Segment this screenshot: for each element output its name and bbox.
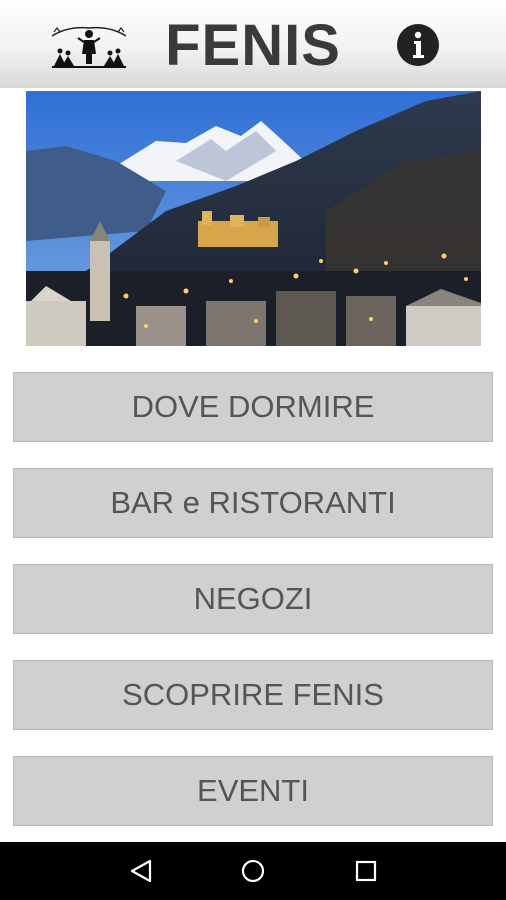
back-triangle-icon[interactable] xyxy=(126,856,156,886)
dove-dormire-button[interactable]: DOVE DORMIRE xyxy=(13,372,493,442)
home-circle-icon[interactable] xyxy=(238,856,268,886)
recents-square-icon[interactable] xyxy=(351,856,381,886)
village-castle-mountains-photo xyxy=(26,91,481,346)
info-button[interactable] xyxy=(397,24,439,66)
negozi-button[interactable]: NEGOZI xyxy=(13,564,493,634)
scoprire-fenis-button[interactable]: SCOPRIRE FENIS xyxy=(13,660,493,730)
app-header: FENIS xyxy=(0,0,506,88)
bar-ristoranti-button[interactable]: BAR e RISTORANTI xyxy=(13,468,493,538)
android-navigation-bar xyxy=(0,842,506,900)
info-icon xyxy=(413,31,424,58)
hero-photo xyxy=(26,91,481,346)
eventi-button[interactable]: EVENTI xyxy=(13,756,493,826)
